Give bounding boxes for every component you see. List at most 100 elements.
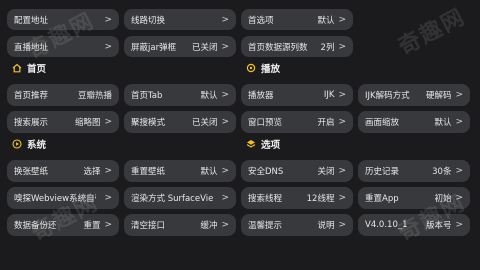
play-circle-icon <box>12 139 22 149</box>
change-wallpaper-tile[interactable]: 换张壁纸 选择 > <box>7 160 119 182</box>
chevron-right-icon: > <box>221 90 229 100</box>
tile-label: 搜索线程 <box>248 194 283 204</box>
settings-row-3: 首页推荐 豆瓣热播 首页Tab 默认 > 播放器 IJK > IJK解码方式 硬解码 > <box>7 84 472 106</box>
sniff-webview-tile[interactable]: 嗅探Webview系统自带 > <box>7 187 119 209</box>
tile-label: 重置壁纸 <box>131 167 166 177</box>
tile-value: 12线程 <box>306 194 335 204</box>
tile-label: 历史记录 <box>365 167 400 177</box>
layers-icon <box>246 140 256 148</box>
chevron-right-icon: > <box>338 41 346 52</box>
chevron-right-icon: > <box>104 117 112 127</box>
search-threads-tile[interactable]: 搜索线程 12线程 > <box>241 187 353 209</box>
home-tab-tile[interactable]: 首页Tab 默认 > <box>124 84 236 106</box>
tile-value: 默认 <box>200 91 218 101</box>
tile-label: 首页推荐 <box>14 91 49 101</box>
chevron-right-icon: > <box>104 166 112 176</box>
version-tile[interactable]: V4.0.10_1 版本号 > <box>358 214 470 236</box>
line-switch-tile[interactable]: 线路切换 > <box>124 9 236 30</box>
home-recommend-tile[interactable]: 首页推荐 豆瓣热播 <box>7 84 119 106</box>
tile-value: 默认 <box>200 167 218 177</box>
settings-row-1: 配置地址 > 线路切换 > 首选项 默认 > <box>7 9 472 30</box>
tile-label: 配置地址 <box>14 15 49 26</box>
tile-label: 首页Tab <box>131 91 163 101</box>
tile-value: 已关闭 <box>191 42 218 53</box>
secure-dns-tile[interactable]: 安全DNS 关闭 > <box>241 160 353 182</box>
tile-label: 屏蔽jar弹框 <box>131 42 177 53</box>
tile-value: 默认 <box>434 118 452 128</box>
tile-label: 播放器 <box>248 91 274 101</box>
render-mode-tile[interactable]: 渲染方式 SurfaceView > <box>124 187 236 209</box>
reset-wallpaper-tile[interactable]: 重置壁纸 默认 > <box>124 160 236 182</box>
section-play: 播放 <box>246 61 280 75</box>
chevron-right-icon: > <box>338 166 346 176</box>
section-title: 系统 <box>27 140 47 151</box>
section-title: 选项 <box>261 140 281 151</box>
player-tile[interactable]: 播放器 IJK > <box>241 84 353 106</box>
chevron-right-icon: > <box>338 117 346 127</box>
chevron-right-icon: > <box>338 193 346 203</box>
tile-value: IJK <box>323 90 335 100</box>
section-system: 系统 <box>12 137 46 151</box>
tile-value: 缓冲 <box>200 221 218 231</box>
tile-value: 默认 <box>317 15 335 26</box>
search-display-tile[interactable]: 搜索展示 缩略图 > <box>7 111 119 133</box>
tile-label: 数据备份还 <box>14 221 57 231</box>
tile-value: 重置 <box>83 221 101 231</box>
reset-app-tile[interactable]: 重置App 初始 > <box>358 187 470 209</box>
tile-label: 首页数据源列数 <box>248 42 308 53</box>
tile-label: IJK解码方式 <box>365 91 410 101</box>
tile-label: 重置App <box>365 194 399 204</box>
tile-label: 温馨提示 <box>248 221 283 231</box>
settings-row-2: 直播地址 > 屏蔽jar弹框 已关闭 > 首页数据源列数 2列 > <box>7 36 472 57</box>
tile-value: 已关闭 <box>191 118 218 128</box>
block-jar-popup-tile[interactable]: 屏蔽jar弹框 已关闭 > <box>124 36 236 57</box>
tile-value: 硬解码 <box>425 91 452 101</box>
preferences-tile[interactable]: 首选项 默认 > <box>241 9 353 30</box>
live-address-tile[interactable]: 直播地址 > <box>7 36 119 57</box>
tile-value: 版本号 <box>425 221 452 231</box>
ijk-decode-tile[interactable]: IJK解码方式 硬解码 > <box>358 84 470 106</box>
section-options: 选项 <box>246 137 280 151</box>
tile-label: 安全DNS <box>248 167 284 177</box>
chevron-right-icon: > <box>455 90 463 100</box>
settings-row-7: 数据备份还 重置 > 清空接口 缓冲 > 温馨提示 说明 > V4.0.10_1 版本号 > <box>7 214 472 236</box>
tile-value: 2列 <box>320 42 335 53</box>
tile-value: 说明 <box>317 221 335 231</box>
chevron-right-icon: > <box>221 166 229 176</box>
config-address-tile[interactable]: 配置地址 > <box>7 9 119 30</box>
chevron-right-icon: > <box>104 14 112 25</box>
chevron-right-icon: > <box>221 117 229 127</box>
settings-row-5: 换张壁纸 选择 > 重置壁纸 默认 > 安全DNS 关闭 > 历史记录 30条 > <box>7 160 472 182</box>
home-icon <box>12 63 22 73</box>
tile-value: 关闭 <box>317 167 335 177</box>
section-home: 首页 <box>12 61 46 75</box>
tile-label: 聚搜模式 <box>131 118 166 128</box>
settings-row-4: 搜索展示 缩略图 > 聚搜模式 已关闭 > 窗口预览 开启 > 画面缩放 默认 > <box>7 111 472 133</box>
window-preview-tile[interactable]: 窗口预览 开启 > <box>241 111 353 133</box>
tips-tile[interactable]: 温馨提示 说明 > <box>241 214 353 236</box>
clear-interface-tile[interactable]: 清空接口 缓冲 > <box>124 214 236 236</box>
section-title: 首页 <box>27 64 47 75</box>
history-records-tile[interactable]: 历史记录 30条 > <box>358 160 470 182</box>
tile-label: 嗅探Webview系统自带 <box>14 194 97 204</box>
tile-value: 开启 <box>317 118 335 128</box>
chevron-right-icon: > <box>104 193 112 203</box>
picture-scale-tile[interactable]: 画面缩放 默认 > <box>358 111 470 133</box>
home-source-columns-tile[interactable]: 首页数据源列数 2列 > <box>241 36 353 57</box>
chevron-right-icon: > <box>221 14 229 25</box>
chevron-right-icon: > <box>455 220 463 230</box>
aggregate-search-tile[interactable]: 聚搜模式 已关闭 > <box>124 111 236 133</box>
chevron-right-icon: > <box>338 220 346 230</box>
tile-label: 直播地址 <box>14 42 49 53</box>
settings-gear-icon <box>246 63 256 73</box>
tile-label: V4.0.10_1 <box>365 220 408 230</box>
chevron-right-icon: > <box>104 220 112 230</box>
tile-value: 选择 <box>83 167 101 177</box>
data-backup-tile[interactable]: 数据备份还 重置 > <box>7 214 119 236</box>
tile-label: 画面缩放 <box>365 118 400 128</box>
tile-value: 初始 <box>434 194 452 204</box>
tile-label: 渲染方式 SurfaceView <box>131 194 214 204</box>
chevron-right-icon: > <box>455 166 463 176</box>
tile-label: 清空接口 <box>131 221 166 231</box>
chevron-right-icon: > <box>338 90 346 100</box>
